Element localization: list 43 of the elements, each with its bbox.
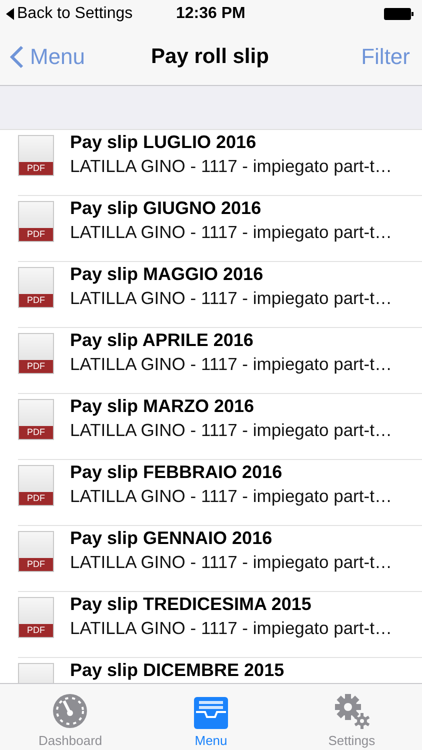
- slip-subtitle: LATILLA GINO - 1117 - impiegato part-t…: [70, 222, 392, 243]
- back-to-app-link[interactable]: Back to Settings: [6, 5, 176, 23]
- slip-subtitle: LATILLA GINO - 1117 - impiegato part-t…: [70, 552, 392, 573]
- slip-title: Pay slip DICEMBRE 2015: [70, 661, 284, 681]
- slip-title: Pay slip GENNAIO 2016: [70, 529, 274, 549]
- gauge-icon: [52, 693, 88, 729]
- pdf-label: PDF: [19, 228, 53, 241]
- pdf-label: PDF: [19, 294, 53, 307]
- chevron-left-icon: [10, 44, 24, 68]
- gears-icon: [334, 693, 370, 729]
- pdf-label: PDF: [19, 162, 53, 175]
- pay-slip-row[interactable]: PDF Pay slip GIUGNO 2016 LATILLA GINO - 1117 - impiegato part-t…: [18, 196, 422, 262]
- slip-subtitle: LATILLA GINO - 1117 - impiegato part-t…: [70, 486, 392, 507]
- slip-title: Pay slip LUGLIO 2016: [70, 133, 258, 153]
- pay-slip-row[interactable]: PDF Pay slip TREDICESIMA 2015 LATILLA GINO - 1117 - impiegato part-t…: [18, 592, 422, 658]
- pdf-label: PDF: [19, 624, 53, 637]
- pay-slip-row[interactable]: PDF Pay slip APRILE 2016 LATILLA GINO - 1117 - impiegato part-t…: [18, 328, 422, 394]
- back-triangle-icon: [6, 8, 14, 20]
- pdf-label: PDF: [19, 558, 53, 571]
- pdf-label: PDF: [19, 360, 53, 373]
- pay-slip-row[interactable]: PDF Pay slip LUGLIO 2016 LATILLA GINO - 1117 - impiegato part-t…: [18, 130, 422, 196]
- slip-title: Pay slip MARZO 2016: [70, 397, 256, 417]
- battery-icon: [384, 8, 414, 20]
- pdf-label: PDF: [19, 492, 53, 505]
- page-title: Pay roll slip: [150, 44, 270, 68]
- slip-title: Pay slip FEBBRAIO 2016: [70, 463, 284, 483]
- slip-subtitle: LATILLA GINO - 1117 - impiegato part-t…: [70, 618, 392, 639]
- slip-subtitle: LATILLA GINO - 1117 - impiegato part-t…: [70, 288, 392, 309]
- status-time: 12:36 PM: [176, 5, 246, 23]
- slip-title: Pay slip TREDICESIMA 2015: [70, 595, 312, 615]
- back-link-text[interactable]: Back to Settings: [17, 5, 133, 23]
- inbox-tray-icon: [194, 695, 228, 729]
- slip-subtitle: LATILLA GINO - 1117 - impiegato part-t…: [70, 156, 392, 177]
- slip-subtitle: LATILLA GINO - 1117 - impiegato part-t…: [70, 420, 392, 441]
- pdf-label: PDF: [19, 426, 53, 439]
- slip-subtitle: LATILLA GINO - 1117 - impiegato part-t…: [70, 354, 392, 375]
- pay-slip-row[interactable]: PDF Pay slip FEBBRAIO 2016 LATILLA GINO - 1117 - impiegato part-t…: [18, 460, 422, 526]
- slip-title: Pay slip APRILE 2016: [70, 331, 254, 351]
- slip-title: Pay slip MAGGIO 2016: [70, 265, 264, 285]
- slip-title: Pay slip GIUGNO 2016: [70, 199, 262, 219]
- pay-slip-row[interactable]: PDF Pay slip MARZO 2016 LATILLA GINO - 1117 - impiegato part-t…: [18, 394, 422, 460]
- pay-slip-row[interactable]: PDF Pay slip GENNAIO 2016 LATILLA GINO - 1117 - impiegato part-t…: [18, 526, 422, 592]
- pay-slip-row[interactable]: PDF Pay slip MAGGIO 2016 LATILLA GINO - 1117 - impiegato part-t…: [18, 262, 422, 328]
